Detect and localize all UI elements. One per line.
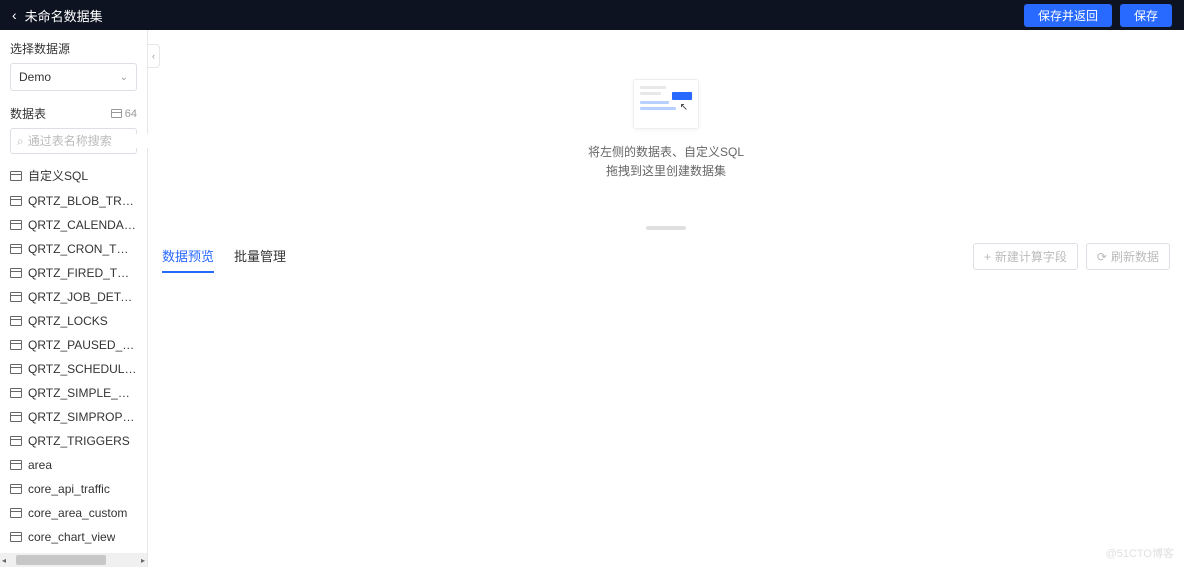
table-icon (10, 220, 22, 230)
datasource-select[interactable]: Demo ⌄ (10, 63, 137, 91)
header-left: ‹ 未命名数据集 (12, 6, 103, 25)
table-name: QRTZ_SCHEDULER_STATE (28, 362, 137, 376)
table-name: QRTZ_TRIGGERS (28, 434, 130, 448)
datasource-section: 选择数据源 Demo ⌄ (0, 40, 147, 91)
table-name: QRTZ_CRON_TRIGGERS (28, 242, 137, 256)
table-row[interactable]: core_api_traffic (0, 477, 147, 501)
table-name: QRTZ_LOCKS (28, 314, 108, 328)
table-list[interactable]: 自定义SQL QRTZ_BLOB_TRIGGERS QRTZ_CALENDARS Q… (0, 162, 147, 553)
table-icon (10, 292, 22, 302)
table-count: 64 (111, 108, 137, 120)
header-actions: 保存并返回 保存 (1024, 4, 1172, 27)
scroll-thumb[interactable] (16, 555, 106, 565)
tabs: 数据预览批量管理 (162, 240, 286, 273)
table-icon (10, 268, 22, 278)
custom-sql-item[interactable]: 自定义SQL (0, 162, 147, 189)
save-and-return-button[interactable]: 保存并返回 (1024, 4, 1112, 27)
drop-hint-line1: 将左侧的数据表、自定义SQL (588, 143, 744, 162)
scroll-right-icon[interactable]: ▸ (139, 556, 147, 565)
sidebar-collapse-toggle[interactable]: ‹ (148, 44, 160, 68)
refresh-icon: ⟳ (1097, 250, 1107, 264)
table-row[interactable]: core_chart_view (0, 525, 147, 549)
table-row[interactable]: QRTZ_LOCKS (0, 309, 147, 333)
table-icon (10, 460, 22, 470)
table-row[interactable]: QRTZ_BLOB_TRIGGERS (0, 189, 147, 213)
table-search[interactable]: ⌕ (10, 128, 137, 154)
table-row[interactable]: QRTZ_SIMPLE_TRIGGERS (0, 381, 147, 405)
watermark: @51CTO博客 (1106, 545, 1174, 561)
table-icon (10, 436, 22, 446)
table-row[interactable]: QRTZ_TRIGGERS (0, 429, 147, 453)
drop-zone[interactable]: ↖ 将左侧的数据表、自定义SQL 拖拽到这里创建数据集 (148, 30, 1184, 230)
table-section-header: 数据表 64 (0, 105, 147, 122)
table-label: 数据表 (10, 105, 46, 122)
table-name: QRTZ_SIMPLE_TRIGGERS (28, 386, 137, 400)
sql-icon (10, 171, 22, 181)
horizontal-scrollbar[interactable]: ◂ ▸ (0, 553, 147, 567)
main-body: 选择数据源 Demo ⌄ 数据表 64 ⌕ 自定义SQL QRTZ_BLOB_T… (0, 30, 1184, 567)
table-row[interactable]: core_area_custom (0, 501, 147, 525)
content-header: 数据预览批量管理 + 新建计算字段 ⟳ 刷新数据 (162, 240, 1170, 273)
table-row[interactable]: QRTZ_SCHEDULER_STATE (0, 357, 147, 381)
app-header: ‹ 未命名数据集 保存并返回 保存 (0, 0, 1184, 30)
save-button[interactable]: 保存 (1120, 4, 1172, 27)
table-name: core_api_traffic (28, 482, 110, 496)
content-actions: + 新建计算字段 ⟳ 刷新数据 (973, 243, 1170, 270)
table-icon (10, 364, 22, 374)
table-name: area (28, 458, 52, 472)
new-calc-field-button[interactable]: + 新建计算字段 (973, 243, 1078, 270)
table-row[interactable]: QRTZ_FIRED_TRIGGERS (0, 261, 147, 285)
table-row[interactable]: QRTZ_PAUSED_TRIGGER_... (0, 333, 147, 357)
back-icon[interactable]: ‹ (12, 7, 17, 23)
main-area: ↖ 将左侧的数据表、自定义SQL 拖拽到这里创建数据集 数据预览批量管理 + 新… (148, 30, 1184, 567)
table-icon (10, 340, 22, 350)
table-icon (10, 196, 22, 206)
page-title: 未命名数据集 (25, 6, 103, 25)
datasource-value: Demo (19, 70, 51, 84)
cursor-icon: ↖ (680, 102, 688, 113)
drop-illustration: ↖ (633, 79, 699, 129)
search-icon: ⌕ (17, 134, 24, 149)
table-row[interactable]: QRTZ_JOB_DETAILS (0, 285, 147, 309)
table-name: QRTZ_SIMPROP_TRIGGERS (28, 410, 137, 424)
sidebar: 选择数据源 Demo ⌄ 数据表 64 ⌕ 自定义SQL QRTZ_BLOB_T… (0, 30, 148, 567)
table-icon (10, 244, 22, 254)
plus-icon: + (984, 250, 991, 264)
custom-sql-label: 自定义SQL (28, 167, 88, 184)
table-icon (10, 484, 22, 494)
scroll-left-icon[interactable]: ◂ (0, 556, 8, 565)
table-name: QRTZ_CALENDARS (28, 218, 137, 232)
grid-icon (111, 109, 122, 118)
table-row[interactable]: area (0, 453, 147, 477)
table-name: QRTZ_JOB_DETAILS (28, 290, 137, 304)
table-row[interactable]: QRTZ_SIMPROP_TRIGGERS (0, 405, 147, 429)
chevron-left-icon: ‹ (152, 51, 155, 61)
content-area: 数据预览批量管理 + 新建计算字段 ⟳ 刷新数据 (148, 230, 1184, 567)
table-name: core_area_custom (28, 506, 127, 520)
new-calc-field-label: 新建计算字段 (995, 248, 1067, 265)
table-icon (10, 412, 22, 422)
table-name: core_chart_view (28, 530, 115, 544)
drop-hint-line2: 拖拽到这里创建数据集 (588, 162, 744, 181)
chevron-down-icon: ⌄ (120, 72, 128, 83)
refresh-label: 刷新数据 (1111, 248, 1159, 265)
tab[interactable]: 批量管理 (234, 240, 286, 273)
table-name: QRTZ_BLOB_TRIGGERS (28, 194, 137, 208)
table-icon (10, 532, 22, 542)
refresh-button[interactable]: ⟳ 刷新数据 (1086, 243, 1170, 270)
table-icon (10, 508, 22, 518)
table-icon (10, 388, 22, 398)
datasource-label: 选择数据源 (10, 40, 137, 57)
table-row[interactable]: QRTZ_CALENDARS (0, 213, 147, 237)
tab[interactable]: 数据预览 (162, 240, 214, 273)
table-name: QRTZ_PAUSED_TRIGGER_... (28, 338, 137, 352)
table-icon (10, 316, 22, 326)
resize-handle[interactable] (646, 226, 686, 230)
drop-hint: 将左侧的数据表、自定义SQL 拖拽到这里创建数据集 (588, 143, 744, 181)
table-count-value: 64 (125, 108, 137, 120)
table-row[interactable]: QRTZ_CRON_TRIGGERS (0, 237, 147, 261)
table-name: QRTZ_FIRED_TRIGGERS (28, 266, 137, 280)
